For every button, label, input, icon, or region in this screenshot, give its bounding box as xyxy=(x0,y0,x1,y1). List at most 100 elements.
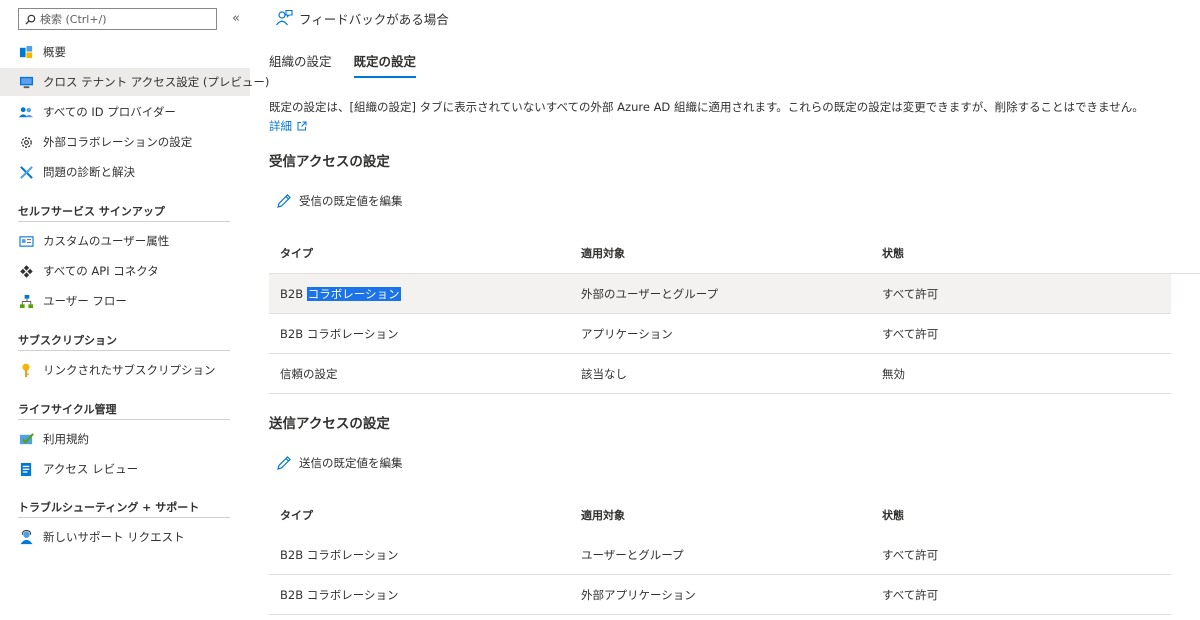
sidebar-item-access-reviews[interactable]: アクセス レビュー xyxy=(0,455,250,483)
cell-type-suffix: コラボレーション xyxy=(306,547,399,562)
cell-type: B2B コラボレーション xyxy=(280,286,401,302)
outbound-section-title: 送信アクセスの設定 xyxy=(269,416,390,432)
section-header: サブスクリプション xyxy=(18,331,230,351)
tab-organization-settings[interactable]: 組織の設定 xyxy=(269,52,332,78)
sidebar-item-linked-subscriptions[interactable]: リンクされたサブスクリプション xyxy=(0,356,250,384)
learn-more-link[interactable]: 詳細 xyxy=(269,117,307,135)
flow-icon xyxy=(18,293,34,309)
sidebar-item-id-providers[interactable]: すべての ID プロバイダー xyxy=(0,98,250,126)
column-header-type: タイプ xyxy=(280,247,313,260)
cell-type-suffix: コラボレーション xyxy=(306,326,399,341)
cell-applies-to: ユーザーとグループ xyxy=(581,547,684,562)
sidebar-item-label: リンクされたサブスクリプション xyxy=(43,363,216,377)
sidebar-item-overview[interactable]: 概要 xyxy=(0,38,250,66)
cell-applies-to: 外部のユーザーとグループ xyxy=(581,286,719,301)
sidebar-item-cross-tenant[interactable]: クロス テナント アクセス設定 (プレビュー) xyxy=(0,68,269,96)
search-input[interactable] xyxy=(40,12,210,26)
inbound-section-title: 受信アクセスの設定 xyxy=(269,154,390,170)
feedback-button[interactable]: フィードバックがある場合 xyxy=(275,8,449,28)
cell-type: B2B コラボレーション xyxy=(280,547,399,563)
sidebar-item-label: カスタムのユーザー属性 xyxy=(43,234,170,248)
table-row[interactable]: B2B コラボレーション 外部のユーザーとグループ すべて許可 xyxy=(269,274,1171,314)
description-text: 既定の設定は、[組織の設定] タブに表示されていないすべての外部 Azure A… xyxy=(269,100,1144,114)
monitor-icon xyxy=(18,74,34,90)
cell-applies-to: 該当なし xyxy=(581,366,627,381)
learn-more-label: 詳細 xyxy=(269,119,292,133)
users-icon xyxy=(18,104,34,120)
feedback-label: フィードバックがある場合 xyxy=(299,11,449,27)
pencil-icon xyxy=(276,455,292,471)
table-row[interactable]: B2B コラボレーション ユーザーとグループ すべて許可 xyxy=(269,535,1171,575)
sidebar-item-external-collab[interactable]: 外部コラボレーションの設定 xyxy=(0,128,250,156)
table-header-row: タイプ 適用対象 状態 xyxy=(269,495,1171,535)
id-card-icon xyxy=(18,233,34,249)
search-box[interactable] xyxy=(18,8,217,30)
cell-status: すべて許可 xyxy=(882,547,939,562)
section-header: トラブルシューティング + サポート xyxy=(18,498,230,518)
sidebar-item-new-support-request[interactable]: 新しいサポート リクエスト xyxy=(0,523,250,551)
review-icon xyxy=(18,461,34,477)
collapse-sidebar-button[interactable]: « xyxy=(228,10,244,28)
sidebar-item-label: 利用規約 xyxy=(43,432,89,446)
sidebar-item-api-connectors[interactable]: すべての API コネクタ xyxy=(0,257,250,285)
column-header-applies-to: 適用対象 xyxy=(581,247,625,260)
cell-type-prefix: B2B xyxy=(280,547,304,562)
key-icon xyxy=(18,362,34,378)
cell-type: B2B コラボレーション xyxy=(280,326,399,342)
cell-type-suffix: コラボレーション xyxy=(306,587,399,602)
search-row: « xyxy=(18,8,248,30)
sidebar-item-label: 外部コラボレーションの設定 xyxy=(43,135,193,149)
sidebar-item-terms-of-use[interactable]: 利用規約 xyxy=(0,425,250,453)
sidebar-item-diagnose[interactable]: 問題の診断と解決 xyxy=(0,158,250,186)
table-row[interactable]: B2B コラボレーション 外部アプリケーション すべて許可 xyxy=(269,575,1171,615)
gear-icon xyxy=(18,134,34,150)
cell-type-prefix: B2B xyxy=(280,286,304,301)
cell-status: すべて許可 xyxy=(882,326,939,341)
sidebar-item-label: 新しいサポート リクエスト xyxy=(43,530,185,544)
cell-type: B2B コラボレーション xyxy=(280,587,399,603)
pencil-icon xyxy=(276,193,292,209)
sidebar-item-label: アクセス レビュー xyxy=(43,462,139,476)
main-content: フィードバックがある場合 組織の設定 既定の設定 既定の設定は、[組織の設定] … xyxy=(250,0,1200,620)
section-header: セルフサービス サインアップ xyxy=(18,202,230,222)
sidebar-item-label: すべての ID プロバイダー xyxy=(43,105,176,119)
sidebar-item-label: ユーザー フロー xyxy=(43,294,127,308)
table-row[interactable]: 信頼の設定 該当なし 無効 xyxy=(269,354,1171,394)
edit-inbound-defaults-button[interactable]: 受信の既定値を編集 xyxy=(276,191,403,211)
section-header: ライフサイクル管理 xyxy=(18,400,230,420)
cell-type-prefix: B2B xyxy=(280,326,304,341)
support-icon xyxy=(18,529,34,545)
cell-status: 無効 xyxy=(882,366,905,381)
terms-icon xyxy=(18,431,34,447)
wrench-icon xyxy=(18,164,34,180)
table-header-row: タイプ 適用対象 状態 xyxy=(269,233,1171,273)
cell-status: すべて許可 xyxy=(882,286,939,301)
edit-outbound-defaults-button[interactable]: 送信の既定値を編集 xyxy=(276,453,403,473)
cell-type-prefix: B2B xyxy=(280,587,304,602)
external-link-icon xyxy=(297,121,307,131)
edit-inbound-label: 受信の既定値を編集 xyxy=(299,194,403,208)
table-row[interactable]: B2B コラボレーション アプリケーション すべて許可 xyxy=(269,314,1171,354)
cell-applies-to: 外部アプリケーション xyxy=(581,587,696,602)
sidebar-item-label: 概要 xyxy=(43,45,66,59)
sidebar: « 概要 クロス テナント アクセス設定 (プレビュー) すべての ID プロバ… xyxy=(0,0,269,620)
tab-default-settings[interactable]: 既定の設定 xyxy=(353,52,417,78)
column-header-type: タイプ xyxy=(280,509,313,522)
overview-icon xyxy=(18,44,34,60)
connector-icon xyxy=(18,263,34,279)
column-header-status: 状態 xyxy=(882,509,904,522)
sidebar-item-label: 問題の診断と解決 xyxy=(43,165,135,179)
cell-type: 信頼の設定 xyxy=(280,366,338,381)
column-header-status: 状態 xyxy=(882,247,904,260)
selected-text: コラボレーション xyxy=(306,286,401,301)
tab-bar: 組織の設定 既定の設定 xyxy=(269,52,438,78)
sidebar-item-label: クロス テナント アクセス設定 (プレビュー) xyxy=(43,75,270,89)
search-icon xyxy=(25,14,36,25)
edit-outbound-label: 送信の既定値を編集 xyxy=(299,456,403,470)
cell-applies-to: アプリケーション xyxy=(581,326,673,341)
sidebar-item-label: すべての API コネクタ xyxy=(43,264,159,278)
column-header-applies-to: 適用対象 xyxy=(581,509,625,522)
sidebar-item-custom-attributes[interactable]: カスタムのユーザー属性 xyxy=(0,227,250,255)
feedback-person-icon xyxy=(275,9,293,27)
sidebar-item-user-flows[interactable]: ユーザー フロー xyxy=(0,287,250,315)
